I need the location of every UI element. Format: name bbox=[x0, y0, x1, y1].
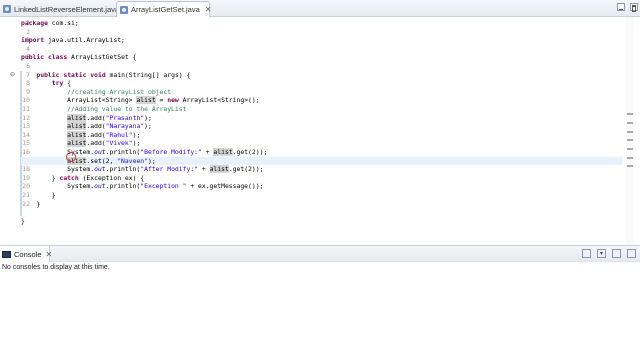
close-icon[interactable]: ✕ bbox=[46, 250, 53, 259]
code-line: } bbox=[21, 216, 25, 225]
console-body[interactable]: No consoles to display at this time. bbox=[0, 262, 640, 360]
code-line: alist.add("Rahul"); bbox=[67, 130, 141, 139]
code-line: public class ArrayListGetSet { bbox=[21, 53, 137, 62]
close-icon[interactable]: ✕ bbox=[205, 5, 212, 14]
code-line: } bbox=[21, 191, 56, 199]
console-tab-label: Console bbox=[14, 249, 42, 259]
occurrence-marker[interactable] bbox=[627, 113, 633, 115]
mouse-cursor-highlight bbox=[66, 152, 76, 162]
minimize-view-icon[interactable] bbox=[612, 249, 621, 258]
code-line: } bbox=[21, 199, 41, 208]
code-area[interactable]: package com.si; import java.util.ArrayLi… bbox=[21, 17, 622, 245]
console-tab[interactable]: Console ✕ bbox=[0, 246, 53, 262]
java-file-icon bbox=[3, 5, 11, 13]
overview-ruler[interactable] bbox=[626, 17, 634, 245]
occurrence-marker[interactable] bbox=[627, 157, 633, 159]
code-line: } catch (Exception ex) { bbox=[21, 173, 145, 182]
view-menu-icon[interactable] bbox=[597, 249, 606, 258]
minimize-button[interactable] bbox=[617, 3, 625, 11]
code-line: import java.util.ArrayList; bbox=[21, 36, 125, 45]
code-line: //Adding value to the ArrayList bbox=[67, 105, 187, 113]
code-line: System.out.println("Before Modify:" + al… bbox=[21, 148, 268, 156]
maximize-button[interactable] bbox=[630, 3, 638, 11]
annotation-gutter bbox=[0, 17, 16, 245]
occurrence-marker[interactable] bbox=[627, 139, 633, 141]
console-view-header: Console ✕ bbox=[0, 245, 640, 262]
tab-label: ArrayListGetSet.java bbox=[131, 5, 200, 14]
maximize-view-icon[interactable] bbox=[627, 249, 636, 258]
code-line: alist.add("Vivek"); bbox=[67, 139, 141, 148]
code-line: package com.si; bbox=[21, 19, 79, 27]
code-line-current: alist.set(2, "Naveen"); bbox=[21, 156, 622, 166]
tab-linkedlistreverseelement[interactable]: LinkedListReverseElement.java bbox=[0, 1, 119, 17]
editor-window-controls bbox=[617, 3, 638, 11]
occurrence-marker[interactable] bbox=[627, 148, 633, 150]
code-line: try { bbox=[51, 79, 72, 88]
java-file-icon bbox=[120, 5, 128, 14]
open-console-icon[interactable] bbox=[582, 249, 591, 258]
code-line: System.out.println("After Modify:" + ali… bbox=[21, 165, 264, 174]
code-line: ArrayList<String> alist = new ArrayList<… bbox=[21, 96, 260, 105]
code-line: alist.add("Prasanth"); bbox=[67, 113, 152, 122]
code-line: System.out.println("Exception " + ex.get… bbox=[21, 182, 264, 191]
editor-tab-bar: LinkedListReverseElement.java ArrayListG… bbox=[0, 0, 640, 17]
console-toolbar bbox=[582, 249, 636, 258]
code-line: alist.add("Narayana"); bbox=[67, 122, 152, 131]
code-line: public static void main(String[] args) { bbox=[36, 70, 191, 79]
occurrence-marker[interactable] bbox=[627, 122, 633, 124]
fold-toggle-icon[interactable] bbox=[10, 71, 15, 80]
console-empty-message: No consoles to display at this time. bbox=[2, 264, 110, 271]
console-icon bbox=[2, 250, 11, 258]
code-line: //creating ArrayList object bbox=[67, 87, 172, 96]
code-editor[interactable]: 1 2 3 4 5 6 7 8 9 10 11 12 13 14 15 16 1… bbox=[0, 17, 640, 245]
occurrence-marker[interactable] bbox=[627, 165, 633, 167]
tab-arraylistgetset[interactable]: ArrayListGetSet.java ✕ bbox=[116, 1, 212, 17]
occurrence-marker[interactable] bbox=[627, 131, 633, 133]
tab-label: LinkedListReverseElement.java bbox=[14, 4, 120, 14]
